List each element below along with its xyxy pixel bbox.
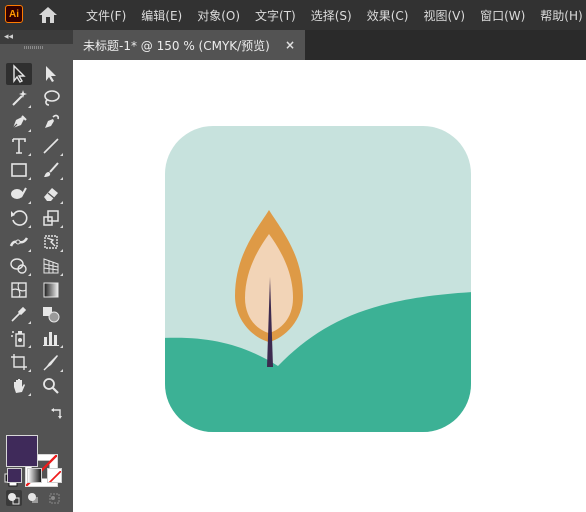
close-icon[interactable]: × [285, 38, 295, 52]
rectangle-tool-icon[interactable] [6, 159, 32, 181]
fill-swatch[interactable] [6, 435, 38, 467]
tools-panel-header: ◂◂ [0, 30, 73, 44]
app-logo[interactable]: Ai [5, 5, 23, 23]
menu-file[interactable]: 文件(F) [86, 7, 126, 24]
direct-selection-tool-icon[interactable] [38, 63, 64, 85]
selection-tool-icon[interactable] [6, 63, 32, 85]
document-tab-bar: 未标题-1* @ 150 % (CMYK/预览) × [73, 30, 586, 60]
eyedropper-icon[interactable] [6, 303, 32, 325]
column-graph-icon[interactable] [38, 327, 64, 349]
pen-tool-icon[interactable] [6, 111, 32, 133]
eraser-icon[interactable] [38, 183, 64, 205]
type-tool-icon[interactable] [6, 135, 32, 157]
blend-tool-icon[interactable] [38, 303, 64, 325]
curvature-tool-icon[interactable] [38, 111, 64, 133]
menu-type[interactable]: 文字(T) [255, 7, 296, 24]
slice-tool-icon[interactable] [38, 351, 64, 373]
magic-wand-icon[interactable] [6, 87, 32, 109]
menu-object[interactable]: 对象(O) [197, 7, 240, 24]
hand-tool-icon[interactable] [6, 375, 32, 397]
home-icon[interactable] [37, 5, 59, 25]
free-transform-icon[interactable] [38, 231, 64, 253]
perspective-grid-icon[interactable] [38, 255, 64, 277]
lasso-icon[interactable] [38, 87, 64, 109]
mesh-tool-icon[interactable] [6, 279, 32, 301]
tools-panel: ◂◂ [0, 30, 73, 512]
menu-items: 文件(F) 编辑(E) 对象(O) 文字(T) 选择(S) 效果(C) 视图(V… [86, 0, 583, 30]
menu-effect[interactable]: 效果(C) [367, 7, 409, 24]
artboard-tool-icon[interactable] [6, 351, 32, 373]
paintbrush-icon[interactable] [38, 159, 64, 181]
gradient-tool-icon[interactable] [38, 279, 64, 301]
scale-tool-icon[interactable] [38, 207, 64, 229]
document-tab[interactable]: 未标题-1* @ 150 % (CMYK/预览) × [73, 30, 305, 60]
document-tab-label: 未标题-1* @ 150 % (CMYK/预览) [83, 38, 270, 53]
none-mode-icon[interactable] [47, 468, 62, 483]
menu-bar: Ai 文件(F) 编辑(E) 对象(O) 文字(T) 选择(S) 效果(C) 视… [0, 0, 586, 30]
collapse-panel-icon[interactable]: ◂◂ [4, 30, 13, 44]
artboard-artwork[interactable] [163, 124, 473, 432]
color-mode-icon[interactable] [7, 468, 22, 483]
line-tool-icon[interactable] [38, 135, 64, 157]
swap-colors-icon[interactable] [49, 406, 63, 420]
zoom-tool-icon[interactable] [38, 375, 64, 397]
draw-normal-icon[interactable] [6, 490, 22, 506]
draw-inside-icon[interactable] [46, 490, 62, 506]
shape-builder-icon[interactable] [6, 255, 32, 277]
blob-brush-icon[interactable] [6, 183, 32, 205]
menu-edit[interactable]: 编辑(E) [141, 7, 182, 24]
rotate-tool-icon[interactable] [6, 207, 32, 229]
panel-grip[interactable] [24, 46, 44, 49]
menu-help[interactable]: 帮助(H) [540, 7, 582, 24]
draw-behind-icon[interactable] [26, 490, 42, 506]
width-tool-icon[interactable] [6, 231, 32, 253]
menu-select[interactable]: 选择(S) [311, 7, 352, 24]
symbol-sprayer-icon[interactable] [6, 327, 32, 349]
menu-window[interactable]: 窗口(W) [480, 7, 525, 24]
gradient-mode-icon[interactable] [27, 468, 42, 483]
menu-view[interactable]: 视图(V) [423, 7, 465, 24]
